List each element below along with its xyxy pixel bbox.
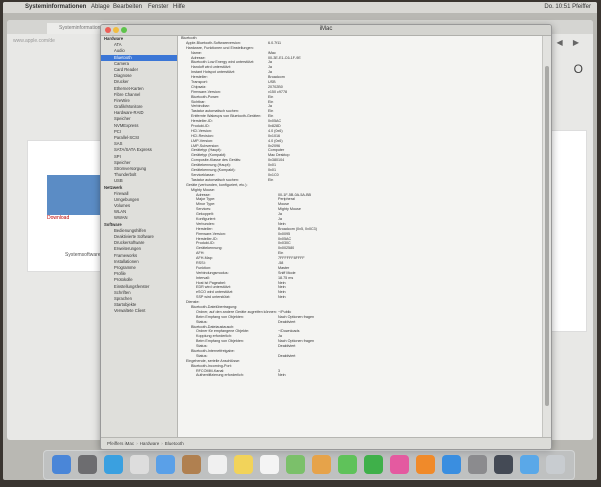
path-separator-icon: › (161, 441, 163, 446)
menu-fenster[interactable]: Fenster (148, 4, 168, 10)
maps-icon[interactable] (286, 455, 305, 474)
path-separator-icon: › (136, 441, 138, 446)
facetime-icon[interactable] (364, 455, 383, 474)
browser-address[interactable]: www.apple.com/de (13, 36, 113, 46)
appstore-icon[interactable] (442, 455, 461, 474)
system-information-icon[interactable] (494, 455, 513, 474)
system-preferences-icon[interactable] (468, 455, 487, 474)
info-key: Authentifizierung erforderlich: (196, 373, 244, 378)
dock (43, 450, 575, 480)
desktop-screen: Systeminformationen Ablage Bearbeiten Fe… (3, 2, 597, 480)
menu-bar-status: Do. 10:51 Pfeiffer (544, 4, 591, 10)
mail-icon[interactable] (156, 455, 175, 474)
menu-app-name[interactable]: Systeminformationen (25, 4, 86, 10)
notes-icon[interactable] (234, 455, 253, 474)
messages-icon[interactable] (338, 455, 357, 474)
info-row: Authentifizierung erforderlich: Nein (178, 373, 543, 378)
sidebar: Hardware ATA Audio Bluetooth Camera Card Read… (101, 36, 178, 437)
options-icon[interactable]: O (574, 62, 583, 76)
browser-label-download[interactable]: Download (47, 215, 69, 221)
ibooks-icon[interactable] (416, 455, 435, 474)
window-title: iMac (319, 26, 333, 32)
sidebar-item[interactable]: Verwaltete Client (101, 308, 177, 314)
finder-icon[interactable] (52, 455, 71, 474)
detail-pane: Bluetooth Apple-Bluetooth-Softwareversion… (178, 36, 543, 437)
calendar-icon[interactable] (208, 455, 227, 474)
menu-bearbeiten[interactable]: Bearbeiten (113, 4, 142, 10)
trash-icon[interactable] (546, 455, 565, 474)
launchpad-icon[interactable] (78, 455, 97, 474)
path-item-bluetooth[interactable]: Bluetooth (165, 441, 184, 446)
chrome-icon[interactable] (130, 455, 149, 474)
downloads-icon[interactable] (520, 455, 539, 474)
window-titlebar[interactable]: iMac (101, 25, 551, 36)
scrollbar-thumb[interactable] (545, 66, 549, 406)
scrollbar[interactable] (542, 36, 551, 437)
system-information-window: iMac Hardware ATA Audio Bluetooth Camera Card… (100, 24, 552, 450)
path-bar: Pfeiffers iMac › Hardware › Bluetooth (101, 437, 551, 449)
info-value: Nein (278, 373, 286, 378)
photos-icon[interactable] (312, 455, 331, 474)
path-item-hardware[interactable]: Hardware (140, 441, 160, 446)
path-item-computer[interactable]: Pfeiffers iMac (107, 441, 134, 446)
browser-label-software: Systemsoftware (65, 252, 101, 258)
itunes-icon[interactable] (390, 455, 409, 474)
menu-bar: Systeminformationen Ablage Bearbeiten Fe… (3, 2, 597, 13)
menu-ablage[interactable]: Ablage (91, 4, 110, 10)
contacts-icon[interactable] (182, 455, 201, 474)
reminders-icon[interactable] (260, 455, 279, 474)
menu-hilfe[interactable]: Hilfe (173, 4, 185, 10)
safari-icon[interactable] (104, 455, 123, 474)
